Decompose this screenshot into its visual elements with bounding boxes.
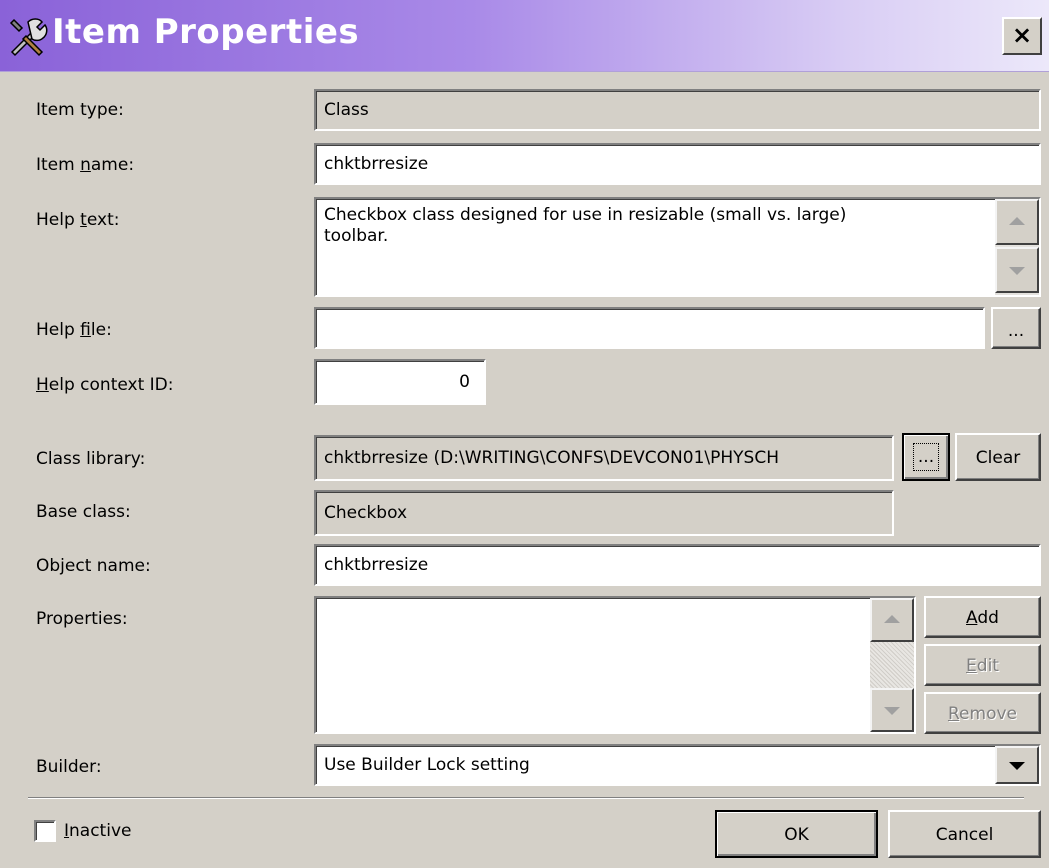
clear-button[interactable]: Clear: [955, 433, 1041, 481]
class-library-label: Class library:: [36, 449, 146, 469]
chevron-down-icon: [1009, 762, 1025, 770]
edit-button[interactable]: Edit: [924, 644, 1041, 686]
base-class-field: Checkbox: [314, 490, 894, 536]
properties-scroll-down-button[interactable]: [870, 688, 914, 732]
item-type-value: Class: [324, 100, 369, 120]
remove-button[interactable]: Remove: [924, 692, 1041, 734]
object-name-input[interactable]: chktbrresize: [314, 544, 1041, 586]
class-library-field: chktbrresize (D:\WRITING\CONFS\DEVCON01\…: [314, 435, 894, 481]
class-library-value: chktbrresize (D:\WRITING\CONFS\DEVCON01\…: [324, 448, 779, 468]
arrow-down-icon: [884, 707, 900, 715]
scroll-up-button[interactable]: [995, 199, 1039, 245]
inactive-checkbox[interactable]: [34, 820, 56, 842]
item-name-label: Item name:: [36, 155, 135, 175]
arrow-down-icon: [1009, 267, 1025, 275]
scroll-down-button[interactable]: [995, 247, 1039, 293]
class-library-browse-button[interactable]: ...: [902, 433, 950, 481]
base-class-value: Checkbox: [324, 503, 408, 523]
add-button[interactable]: Add: [924, 596, 1041, 638]
arrow-up-icon: [1009, 217, 1025, 225]
help-text-textarea[interactable]: Checkbox class designed for use in resiz…: [314, 197, 1041, 297]
builder-select[interactable]: Use Builder Lock setting: [314, 744, 1041, 786]
properties-list[interactable]: [314, 596, 916, 734]
window-title: Item Properties: [52, 12, 360, 52]
properties-scroll-up-button[interactable]: [870, 598, 914, 642]
object-name-value: chktbrresize: [324, 555, 429, 575]
inactive-label[interactable]: Inactive: [64, 821, 131, 841]
builder-dropdown-button[interactable]: [995, 746, 1039, 784]
help-text-label: Help text:: [36, 210, 120, 230]
base-class-label: Base class:: [36, 502, 131, 522]
close-button[interactable]: ×: [1002, 17, 1042, 55]
item-name-value: chktbrresize: [324, 154, 429, 174]
builder-value: Use Builder Lock setting: [324, 755, 530, 775]
help-file-input[interactable]: [314, 307, 985, 349]
divider: [28, 797, 1024, 799]
item-type-field: Class: [314, 89, 1041, 131]
tools-icon: [9, 18, 48, 57]
properties-scrollbar[interactable]: [870, 598, 914, 732]
help-context-id-label: Help context ID:: [36, 375, 174, 395]
help-context-id-value: 0: [459, 372, 470, 392]
item-name-input[interactable]: chktbrresize: [314, 143, 1041, 185]
item-properties-dialog: Item Properties × Item type: Class Item …: [0, 0, 1049, 868]
item-type-label: Item type:: [36, 100, 124, 120]
properties-label: Properties:: [36, 609, 128, 629]
arrow-up-icon: [884, 615, 900, 623]
title-bar[interactable]: Item Properties ×: [0, 0, 1049, 72]
cancel-button[interactable]: Cancel: [888, 810, 1041, 858]
help-context-id-input[interactable]: 0: [314, 359, 486, 405]
help-text-line-2: toolbar.: [324, 226, 389, 246]
help-text-scrollbar[interactable]: [995, 199, 1039, 295]
ok-button[interactable]: OK: [715, 810, 878, 858]
help-text-line-1: Checkbox class designed for use in resiz…: [324, 205, 847, 225]
help-file-label: Help file:: [36, 320, 112, 340]
help-file-browse-button[interactable]: ...: [991, 307, 1041, 349]
builder-label: Builder:: [36, 757, 102, 777]
object-name-label: Object name:: [36, 556, 151, 576]
